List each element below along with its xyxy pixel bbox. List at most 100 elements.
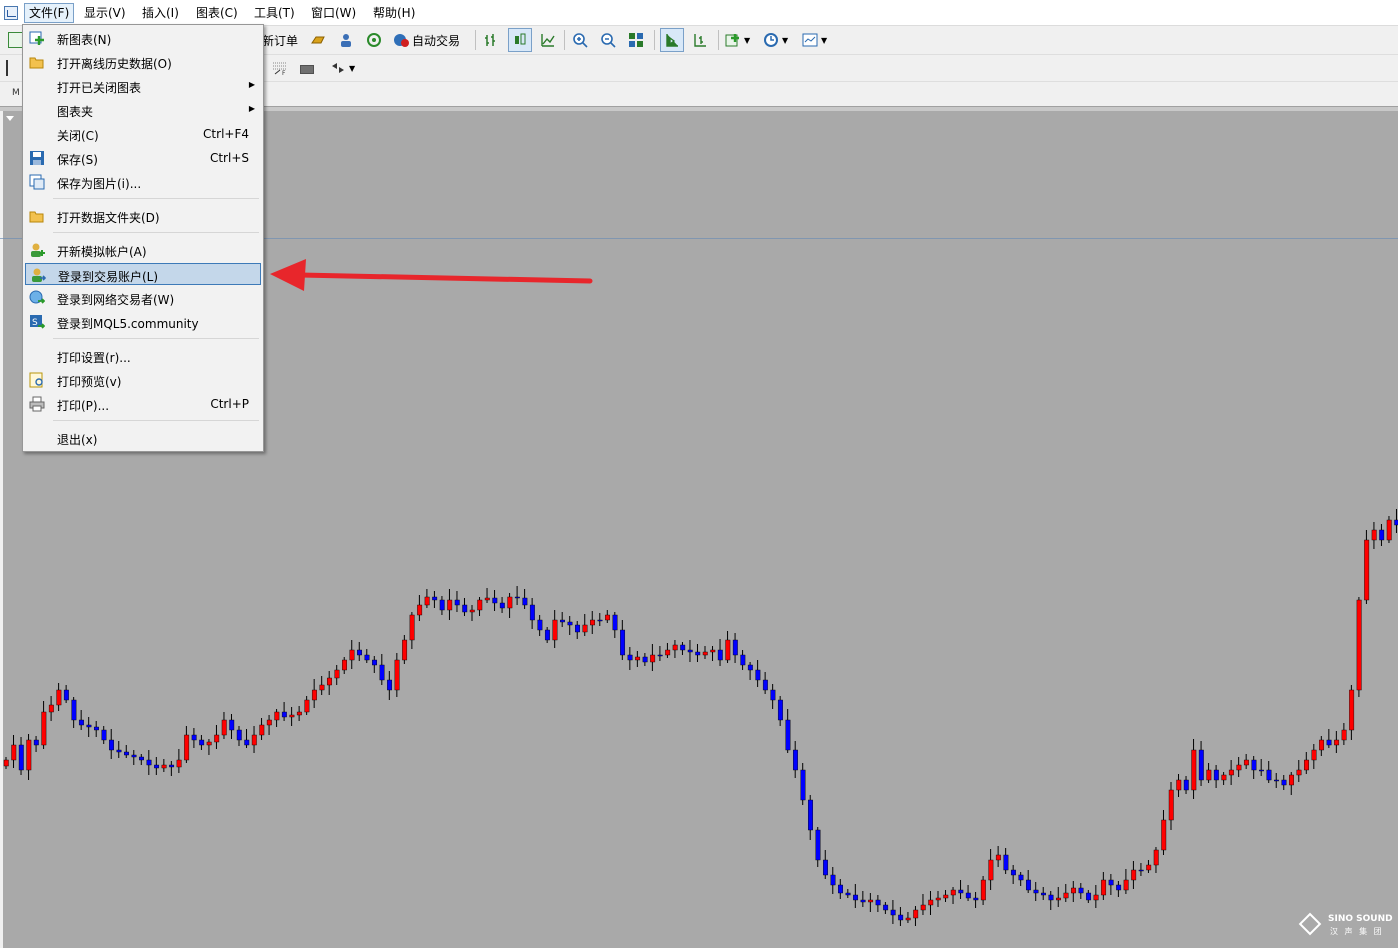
data-window-button[interactable] bbox=[338, 29, 354, 51]
app-chart-icon[interactable] bbox=[4, 6, 18, 20]
tile-windows-button[interactable] bbox=[628, 29, 644, 51]
menu-item-save[interactable]: 保存(S) Ctrl+S bbox=[25, 147, 261, 169]
mql5-icon: S bbox=[30, 315, 45, 329]
bull-candle bbox=[1063, 892, 1069, 899]
bear-candle bbox=[770, 689, 776, 701]
bear-candle bbox=[1274, 779, 1279, 782]
bull-candle bbox=[1191, 749, 1197, 791]
menu-charts[interactable]: 图表(C) bbox=[192, 4, 242, 22]
rectangle-button[interactable] bbox=[300, 57, 314, 79]
arrows-button[interactable]: ▼ bbox=[330, 57, 355, 79]
bear-candle bbox=[379, 664, 385, 681]
bear-candle bbox=[146, 759, 152, 766]
bear-candle bbox=[364, 654, 370, 661]
menu-item-open-data-folder[interactable]: 打开数据文件夹(D) bbox=[25, 205, 261, 227]
bear-candle bbox=[1266, 769, 1272, 781]
menu-item-login-web-trader[interactable]: 登录到网络交易者(W) bbox=[25, 287, 261, 309]
auto-trading-button[interactable]: 自动交易 bbox=[393, 29, 460, 51]
toolbar-stub-label: M bbox=[12, 88, 20, 98]
bear-candle bbox=[229, 719, 235, 731]
new-order-button[interactable]: 新订单 bbox=[262, 29, 298, 51]
auto-scroll-button[interactable] bbox=[660, 28, 684, 52]
sino-sound-logo: SINO SOUND 汉 声 集 团 bbox=[1298, 912, 1394, 938]
bull-candle bbox=[1071, 887, 1076, 894]
bear-candle bbox=[1003, 854, 1009, 871]
menu-tools[interactable]: 工具(T) bbox=[250, 4, 299, 22]
bear-candle bbox=[620, 629, 626, 656]
menu-item-print[interactable]: 打印(P)... Ctrl+P bbox=[25, 393, 261, 415]
menu-item-shortcut: Ctrl+S bbox=[209, 151, 249, 165]
indicators-button[interactable]: ▼ bbox=[725, 29, 750, 51]
menu-item-label: 打印预览(v) bbox=[57, 375, 122, 389]
bull-candle bbox=[905, 917, 911, 921]
arrows-icon bbox=[332, 63, 344, 73]
bear-candle bbox=[499, 602, 505, 609]
line-chart-button[interactable] bbox=[540, 29, 556, 51]
bear-candle bbox=[1018, 874, 1024, 881]
bear-candle bbox=[785, 719, 791, 751]
tile-windows-icon bbox=[629, 33, 643, 47]
menu-item-new-chart[interactable]: 新图表(N) bbox=[25, 27, 261, 49]
web-trader-icon bbox=[29, 290, 45, 304]
menu-help[interactable]: 帮助(H) bbox=[369, 4, 419, 22]
bull-candle bbox=[1386, 519, 1392, 541]
menu-item-label: 登录到网络交易者(W) bbox=[57, 293, 175, 307]
menu-file[interactable]: 文件(F) bbox=[24, 3, 75, 23]
menu-item-save-picture[interactable]: 保存为图片(i)... bbox=[25, 171, 261, 193]
zoom-out-button[interactable] bbox=[600, 29, 616, 51]
menu-item-print-setup[interactable]: 打印设置(r)... bbox=[25, 345, 261, 367]
menu-separator bbox=[53, 198, 259, 199]
market-watch-button[interactable] bbox=[310, 29, 326, 51]
bull-candle bbox=[1311, 749, 1317, 761]
bull-candle bbox=[868, 899, 874, 903]
menu-item-label: 关闭(C) bbox=[57, 129, 99, 143]
fibonacci-button[interactable]: F bbox=[272, 57, 288, 79]
bull-candle bbox=[1296, 769, 1302, 776]
bull-candle bbox=[319, 684, 325, 691]
menu-item-close[interactable]: 关闭(C) Ctrl+F4 bbox=[25, 123, 261, 145]
bull-candle bbox=[409, 614, 415, 641]
menu-item-login-trade-account[interactable]: 登录到交易账户(L) bbox=[25, 263, 261, 285]
chart-shift-button[interactable] bbox=[692, 29, 708, 51]
zoom-in-button[interactable] bbox=[572, 29, 588, 51]
menu-item-profiles[interactable]: 图表夹 ▶ bbox=[25, 99, 261, 121]
zoom-in-icon bbox=[573, 33, 588, 48]
auto-trading-icon bbox=[394, 34, 409, 47]
bear-candle bbox=[687, 649, 693, 653]
bear-candle bbox=[1183, 779, 1189, 791]
bar-chart-button[interactable] bbox=[483, 29, 499, 51]
auto-trading-label: 自动交易 bbox=[412, 33, 461, 48]
menu-item-open-demo-account[interactable]: 开新模拟帐户(A) bbox=[25, 239, 261, 261]
menu-view[interactable]: 显示(V) bbox=[80, 4, 130, 22]
periods-button[interactable]: ▼ bbox=[763, 29, 788, 51]
bull-candle bbox=[605, 614, 610, 621]
bear-candle bbox=[830, 874, 836, 886]
menu-item-open-closed-chart[interactable]: 打开已关闭图表 ▶ bbox=[25, 75, 261, 97]
bull-candle bbox=[702, 651, 708, 656]
menu-window[interactable]: 窗口(W) bbox=[307, 4, 360, 22]
bear-candle bbox=[78, 719, 84, 726]
navigator-button[interactable] bbox=[366, 29, 382, 51]
dropdown-arrow-icon: ▼ bbox=[782, 35, 789, 45]
bull-candle bbox=[1146, 864, 1152, 871]
candlestick-button[interactable] bbox=[508, 28, 532, 52]
menu-item-print-preview[interactable]: 打印预览(v) bbox=[25, 369, 261, 391]
menu-insert[interactable]: 插入(I) bbox=[138, 4, 183, 22]
bull-candle bbox=[304, 699, 310, 713]
bear-candle bbox=[838, 884, 843, 894]
bear-candle bbox=[124, 751, 129, 756]
menu-item-login-mql5[interactable]: S 登录到MQL5.community bbox=[25, 311, 261, 333]
bull-candle bbox=[635, 656, 641, 661]
bull-candle bbox=[259, 724, 265, 736]
svg-text:S: S bbox=[32, 318, 38, 328]
bear-candle bbox=[1108, 879, 1114, 886]
bull-candle bbox=[402, 639, 408, 661]
bear-candle bbox=[567, 621, 573, 626]
menu-item-open-offline[interactable]: 打开离线历史数据(O) bbox=[25, 51, 261, 73]
bear-candle bbox=[777, 699, 783, 721]
menu-item-shortcut: Ctrl+P bbox=[210, 397, 249, 411]
cursor-button[interactable] bbox=[6, 57, 22, 79]
dropdown-arrow-icon: ▼ bbox=[744, 35, 751, 45]
templates-button[interactable]: ▼ bbox=[802, 29, 827, 51]
menu-item-exit[interactable]: 退出(x) bbox=[25, 427, 261, 449]
